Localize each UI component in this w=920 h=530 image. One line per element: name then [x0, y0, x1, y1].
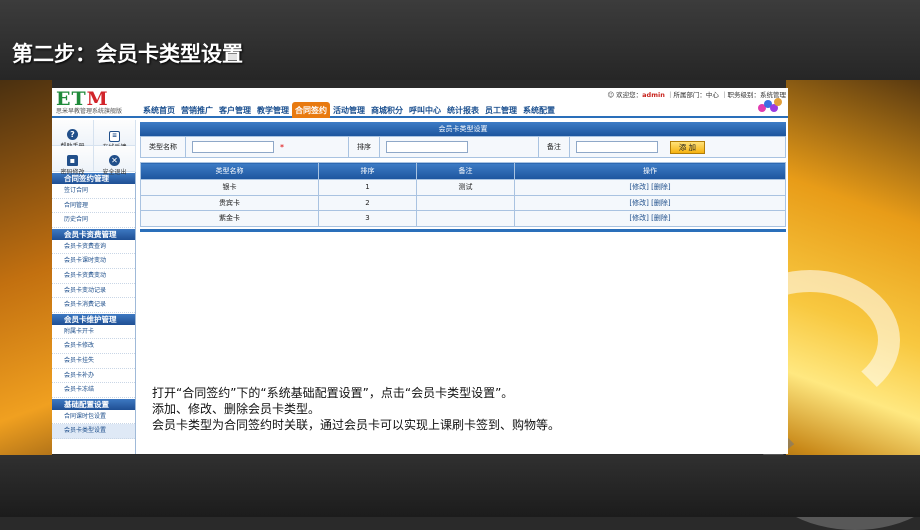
panel-title: 会员卡类型设置: [140, 122, 786, 136]
nav-item-3[interactable]: 教学管理: [254, 102, 292, 118]
required-mark: *: [280, 142, 284, 152]
sidebar-link[interactable]: 会员卡补办: [52, 369, 135, 384]
sort-input[interactable]: [385, 141, 468, 153]
sidebar-section-title[interactable]: 会员卡资费管理: [52, 228, 135, 240]
column-header-remark: 备注: [416, 162, 515, 180]
cell-text: 1: [365, 183, 370, 192]
sidebar-tools: ? 帮助手册 ≡ 在线反馈 ▪ 密码修改 ✕ 安全退出: [52, 120, 136, 176]
cell-text: 银卡: [222, 183, 237, 192]
nav-item-1[interactable]: 营销推广: [178, 102, 216, 118]
type-name-input[interactable]: [192, 141, 274, 153]
nav-item-6[interactable]: 商城积分: [368, 102, 406, 118]
sidebar-link[interactable]: 会员卡课时变动: [52, 254, 135, 269]
cell-remark: 测试: [416, 179, 515, 196]
remark-label: 备注: [537, 136, 570, 158]
nav-item-9[interactable]: 员工管理: [482, 102, 520, 118]
row-actions[interactable]: [修改] [删除]: [629, 199, 670, 207]
feedback-icon: ≡: [109, 131, 120, 142]
top-nav: 系统首页 营销推广 客户管理 教学管理 合同签约 活动管理 商城积分 呼叫中心 统计报表 员工管理…: [140, 102, 558, 118]
cell-remark: [416, 210, 515, 227]
change-password-button[interactable]: ▪ 密码修改: [52, 146, 94, 176]
nav-item-5[interactable]: 活动管理: [330, 102, 368, 118]
sidebar-link[interactable]: 会员卡挂失: [52, 354, 135, 369]
cell-text: 2: [365, 198, 370, 207]
cell-name: 紫金卡: [140, 210, 319, 227]
feedback-button[interactable]: ≡ 在线反馈: [94, 120, 136, 151]
sidebar-link[interactable]: 会员卡修改: [52, 339, 135, 354]
lock-icon: ▪: [67, 155, 78, 166]
sidebar-link[interactable]: 历史合同: [52, 213, 135, 228]
sidebar-section-title[interactable]: 会员卡维护管理: [52, 313, 135, 325]
table-row: 银卡 1 测试 [修改] [删除]: [140, 179, 786, 196]
row-actions[interactable]: [修改] [删除]: [629, 183, 670, 191]
slide-footer-bar: [0, 455, 920, 517]
column-header-sort: 排序: [318, 162, 417, 180]
card-type-table: 类型名称 排序 备注 操作 银卡 1 测试 [修改] [删除] 贵宾卡 2 [修改] [删除…: [140, 162, 786, 228]
add-form: 类型名称 * 排序 备注 添 加: [140, 136, 786, 158]
sidebar-link[interactable]: 会员卡资费查询: [52, 240, 135, 255]
column-header-actions: 操作: [514, 162, 786, 180]
table-row: 紫金卡 3 [修改] [删除]: [140, 210, 786, 227]
sidebar-link[interactable]: 会员卡变动记录: [52, 284, 135, 299]
sidebar-link[interactable]: 会员卡类型设置: [52, 424, 135, 439]
table-row: 贵宾卡 2 [修改] [删除]: [140, 194, 786, 211]
exit-icon: ✕: [109, 155, 120, 166]
slide-decoration-left: [0, 80, 52, 517]
logout-button[interactable]: ✕ 安全退出: [94, 146, 136, 176]
cell-name: 银卡: [140, 179, 319, 196]
nav-item-0[interactable]: 系统首页: [140, 102, 178, 118]
sidebar-menu: 合同签约管理 签订合同 合同管理 历史合同 会员卡资费管理 会员卡资费查询 会员卡课时变动会…: [52, 173, 135, 439]
cell-ops: [修改] [删除]: [514, 210, 786, 227]
logo-subtitle: 思米早教管理系统旗舰版: [56, 108, 123, 115]
cell-ops: [修改] [删除]: [514, 194, 786, 211]
cell-text: 3: [365, 214, 370, 223]
nav-item-10[interactable]: 系统配置: [520, 102, 558, 118]
sidebar-section-title[interactable]: 基础配置设置: [52, 398, 135, 410]
nav-item-4[interactable]: 合同签约: [292, 102, 330, 118]
sidebar: ? 帮助手册 ≡ 在线反馈 ▪ 密码修改 ✕ 安全退出 合同签约管理签订合同合同…: [52, 120, 136, 454]
sidebar-link[interactable]: 会员卡冻结: [52, 383, 135, 398]
help-icon: ?: [67, 129, 78, 140]
cell-text: 紫金卡: [219, 214, 240, 223]
cell-ops: [修改] [删除]: [514, 179, 786, 196]
nav-item-8[interactable]: 统计报表: [444, 102, 482, 118]
name-label: 类型名称: [141, 136, 186, 158]
remark-input[interactable]: [575, 141, 658, 153]
cell-sort: 3: [318, 210, 417, 227]
slide-decoration-right: [720, 80, 920, 530]
cell-remark: [416, 194, 515, 211]
description-line: 会员卡类型为合同签约时关联，通过会员卡可以实现上课刷卡签到、购物等。: [152, 418, 561, 432]
cell-sort: 1: [318, 179, 417, 196]
cell-name: 贵宾卡: [140, 194, 319, 211]
sidebar-link[interactable]: 合同课时包设置: [52, 410, 135, 425]
sidebar-link[interactable]: 会员卡资费变动: [52, 269, 135, 284]
balloons-icon: [758, 98, 782, 114]
description-line: 打开“合同签约”下的“系统基础配置设置”，点击“会员卡类型设置”。: [152, 386, 514, 400]
user-icon: ☺: [607, 91, 615, 99]
nav-item-7[interactable]: 呼叫中心: [406, 102, 444, 118]
logo-text: ETM: [56, 88, 109, 110]
sort-label: 排序: [347, 136, 380, 158]
description-line: 添加、修改、删除会员卡类型。: [152, 402, 321, 416]
column-header-name: 类型名称: [140, 162, 319, 180]
logo: ETM 思米早教管理系统旗舰版: [56, 88, 134, 116]
row-actions[interactable]: [修改] [删除]: [629, 214, 670, 222]
table-footer-rule: [140, 228, 786, 232]
app-header: ETM 思米早教管理系统旗舰版 ☺ 欢迎您：admin ｜所属部门：中心 ｜职务…: [52, 88, 788, 118]
cell-text: 贵宾卡: [219, 198, 240, 207]
username[interactable]: admin: [642, 91, 665, 99]
sidebar-link[interactable]: 合同管理: [52, 199, 135, 214]
sidebar-link[interactable]: 附属卡开卡: [52, 325, 135, 340]
help-button[interactable]: ? 帮助手册: [52, 120, 94, 150]
slide-description: 打开“合同签约”下的“系统基础配置设置”，点击“会员卡类型设置”。 添加、修改、…: [152, 385, 712, 433]
slide-title: 第二步：会员卡类型设置: [12, 42, 243, 66]
cell-text: 测试: [458, 183, 473, 192]
add-button[interactable]: 添 加: [669, 140, 705, 154]
cell-sort: 2: [318, 194, 417, 211]
app-window: ETM 思米早教管理系统旗舰版 ☺ 欢迎您：admin ｜所属部门：中心 ｜职务…: [52, 88, 788, 454]
sidebar-link[interactable]: 签订合同: [52, 184, 135, 199]
nav-item-2[interactable]: 客户管理: [216, 102, 254, 118]
sidebar-link[interactable]: 会员卡消费记录: [52, 298, 135, 313]
